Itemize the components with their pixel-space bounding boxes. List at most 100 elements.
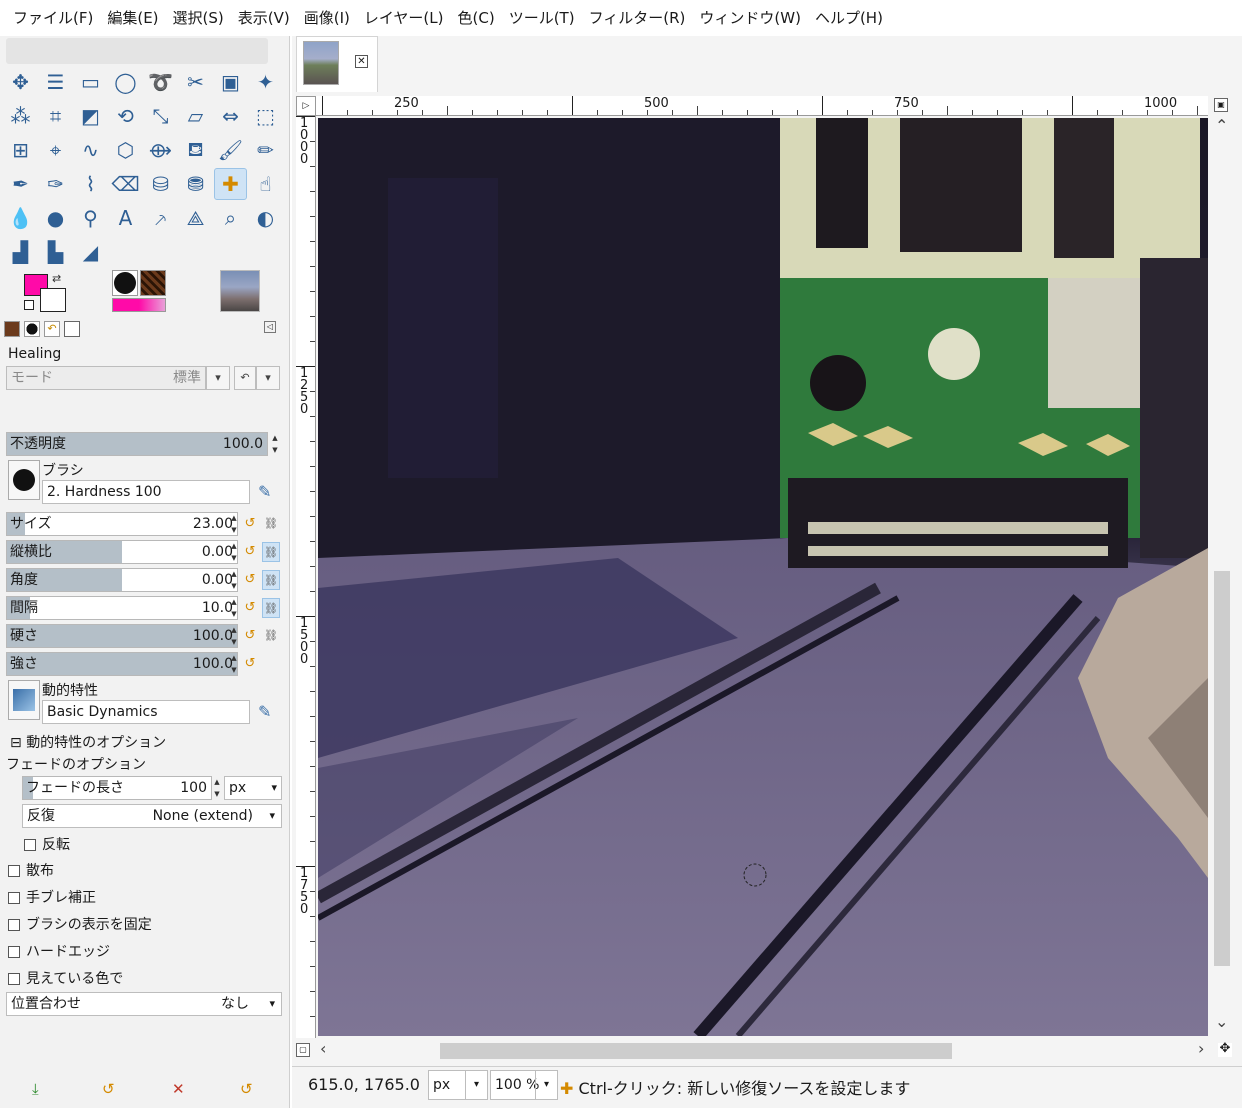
aspect-slider[interactable]: 縦横比 0.00	[6, 540, 238, 564]
gegl-icon[interactable]: ◐	[249, 202, 282, 234]
angle-reset-icon[interactable]: ↺	[242, 572, 258, 588]
vertical-scrollbar[interactable]: ⌃ ⌄	[1210, 116, 1234, 1038]
swap-colors-icon[interactable]: ⇄	[52, 272, 61, 285]
dynamics-thumb[interactable]	[8, 680, 40, 720]
zoom-icon[interactable]: ⌕	[214, 202, 247, 234]
menu-item[interactable]: 選択(S)	[166, 0, 231, 36]
scroll-right-icon[interactable]: ›	[1198, 1039, 1204, 1058]
force-slider[interactable]: 強さ 100.0	[6, 652, 238, 676]
active-brush-preview[interactable]	[112, 270, 138, 296]
size-spinner[interactable]: ▲ ▼	[229, 512, 239, 536]
tab-undo-history[interactable]: ↶	[44, 321, 60, 337]
menu-item[interactable]: ツール(T)	[502, 0, 582, 36]
default-colors-icon[interactable]	[24, 300, 34, 310]
menu-item[interactable]: フィルター(R)	[582, 0, 693, 36]
horizontal-scrollbar[interactable]: ‹ ›	[316, 1039, 1210, 1063]
dynamics-options-expander[interactable]: ⊟ 動的特性のオプション	[10, 732, 166, 752]
free-select-icon[interactable]: ➰	[144, 66, 177, 98]
3d-transform-icon[interactable]: ⊞	[4, 134, 37, 166]
checkbox-icon[interactable]	[8, 865, 20, 877]
active-gradient-preview[interactable]	[112, 298, 166, 312]
angle-spinner[interactable]: ▲ ▼	[229, 568, 239, 592]
paintbrush-icon[interactable]: 🖌	[214, 134, 247, 166]
scroll-left-icon[interactable]: ‹	[320, 1039, 326, 1058]
size-link-icon[interactable]: ⛓	[262, 514, 280, 534]
background-color-swatch[interactable]	[40, 288, 66, 312]
checkbox-icon[interactable]	[8, 892, 20, 904]
blur-icon[interactable]: 💧	[4, 202, 37, 234]
cage-transform-icon[interactable]: ⬡	[109, 134, 142, 166]
panel-menu-icon[interactable]: ◁	[264, 321, 276, 333]
reverse-checkbox[interactable]: 反転	[24, 834, 70, 854]
measure-icon[interactable]: ⟁	[179, 202, 212, 234]
hardness-spinner[interactable]: ▲ ▼	[229, 624, 239, 648]
edit-dynamics-icon[interactable]: ✎	[258, 702, 271, 721]
aspect-spinner[interactable]: ▲ ▼	[229, 540, 239, 564]
close-icon[interactable]: ✕	[355, 55, 368, 68]
color-select-icon[interactable]: ⁂	[4, 100, 37, 132]
menu-item[interactable]: 色(C)	[451, 0, 502, 36]
color-swatches[interactable]: ⇄	[22, 272, 72, 316]
hardness-link-icon[interactable]: ⛓	[262, 626, 280, 646]
checkbox-icon[interactable]	[8, 973, 20, 985]
fade-length-spinner[interactable]: ▲ ▼	[212, 776, 222, 800]
perspective-clone-icon[interactable]: ⛃	[179, 168, 212, 200]
move-tool-icon[interactable]: ✥	[4, 66, 37, 98]
hardness-reset-icon[interactable]: ↺	[242, 628, 258, 644]
size-reset-icon[interactable]: ↺	[242, 516, 258, 532]
levels-icon[interactable]: ▟	[4, 236, 37, 268]
mode-reset-icon[interactable]: ↶	[234, 366, 256, 390]
spacing-link-icon[interactable]: ⛓	[262, 598, 280, 618]
rotate-tool-icon[interactable]: ⟲	[109, 100, 142, 132]
shear-tool-icon[interactable]: ▱	[179, 100, 212, 132]
menu-item[interactable]: 表示(V)	[231, 0, 297, 36]
alignment-select[interactable]: 位置合わせ なし ▾	[6, 992, 282, 1016]
menu-item[interactable]: 編集(E)	[100, 0, 165, 36]
hardness-slider[interactable]: 硬さ 100.0	[6, 624, 238, 648]
tab-tool-options[interactable]	[64, 321, 80, 337]
spacing-slider[interactable]: 間隔 10.0	[6, 596, 238, 620]
option-checkbox[interactable]: 散布	[8, 860, 54, 880]
option-checkbox[interactable]: 見えている色で	[8, 968, 123, 988]
save-options-icon[interactable]: ⤓	[32, 1080, 39, 1098]
angle-link-icon[interactable]: ⛓	[262, 570, 280, 590]
spacing-reset-icon[interactable]: ↺	[242, 600, 258, 616]
text-tool-icon[interactable]: A	[109, 202, 142, 234]
toggle-quickmask-icon[interactable]: ▢	[296, 1043, 310, 1057]
image-tab[interactable]: ✕	[296, 36, 378, 92]
dynamics-name-field[interactable]: Basic Dynamics	[42, 700, 250, 724]
color-picker-icon[interactable]: ⸕	[144, 202, 177, 234]
option-checkbox[interactable]: ブラシの表示を固定	[8, 914, 152, 934]
reset-options-icon[interactable]: ↺	[240, 1080, 253, 1098]
scale-tool-icon[interactable]: ⤡	[144, 100, 177, 132]
horizontal-ruler[interactable]: 250 500 750 1000	[316, 96, 1208, 116]
tab-brushes[interactable]	[4, 321, 20, 337]
mode-select[interactable]: モード 標準	[6, 366, 206, 390]
paths-icon[interactable]: ⚲	[74, 202, 107, 234]
aspect-reset-icon[interactable]: ↺	[242, 544, 258, 560]
airbrush-icon[interactable]: ✒	[4, 168, 37, 200]
flip-tool-icon[interactable]: ⇔	[214, 100, 247, 132]
spacing-spinner[interactable]: ▲ ▼	[229, 596, 239, 620]
quick-mask-toggle-icon[interactable]: ▷	[296, 96, 316, 116]
edit-brush-icon[interactable]: ✎	[258, 482, 271, 501]
rect-select-icon[interactable]: ▭	[74, 66, 107, 98]
paint-bucket-icon[interactable]: ⛾	[179, 134, 212, 166]
checkbox-icon[interactable]	[8, 919, 20, 931]
unified-transform-icon[interactable]: ◩	[74, 100, 107, 132]
brush-name-field[interactable]: 2. Hardness 100	[42, 480, 250, 504]
mode-dropdown-icon[interactable]: ▾	[206, 366, 230, 390]
pencil-icon[interactable]: ✏	[249, 134, 282, 166]
menu-item[interactable]: ファイル(F)	[6, 0, 100, 36]
zoom-image-icon[interactable]: ▣	[1214, 98, 1228, 112]
perspective-tool-icon[interactable]: ⬚	[249, 100, 282, 132]
menu-item[interactable]: ウィンドウ(W)	[692, 0, 808, 36]
handle-transform-icon[interactable]: ⌖	[39, 134, 72, 166]
scissors-select-icon[interactable]: ✂	[179, 66, 212, 98]
brush-thumb[interactable]	[8, 460, 40, 500]
warp-transform-icon[interactable]: ∿	[74, 134, 107, 166]
menu-item[interactable]: 画像(I)	[297, 0, 357, 36]
fuzzy-select-icon[interactable]: ✦	[249, 66, 282, 98]
repeat-select[interactable]: 反復 None (extend) ▾	[22, 804, 282, 828]
angle-slider[interactable]: 角度 0.00	[6, 568, 238, 592]
